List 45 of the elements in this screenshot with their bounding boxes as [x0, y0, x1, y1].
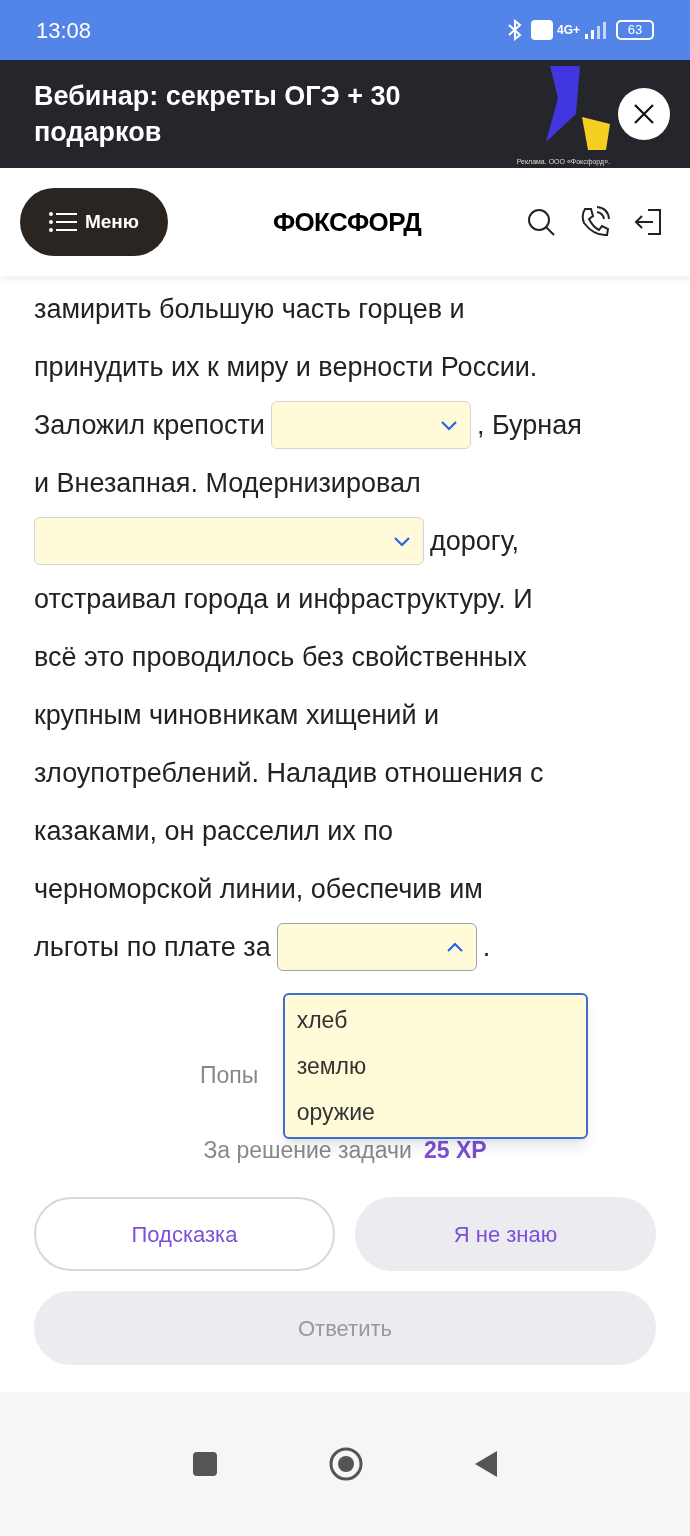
task-text: дорогу,	[430, 524, 519, 558]
close-button[interactable]	[618, 88, 670, 140]
chevron-icon	[445, 941, 464, 953]
menu-button[interactable]: Меню	[20, 188, 168, 256]
chevron-icon	[393, 535, 411, 547]
task-text: злоупотреблений. Наладив отношения с	[34, 756, 544, 790]
dropdown-field[interactable]	[276, 923, 477, 971]
search-icon[interactable]	[526, 207, 556, 237]
dropdown-field[interactable]	[34, 517, 424, 565]
back-icon[interactable]	[474, 1450, 498, 1478]
task-text: казаками, он расселил их по	[34, 814, 393, 848]
logout-icon[interactable]	[634, 208, 662, 236]
close-icon	[633, 103, 655, 125]
attempts-text: Попы	[200, 1061, 259, 1090]
dropdown-option[interactable]: оружие	[284, 1089, 586, 1135]
signal-icon	[584, 20, 608, 40]
task-text: черноморской линии, обеспечив им	[34, 872, 483, 906]
battery-indicator: 63	[616, 20, 654, 40]
status-time: 13:08	[36, 16, 92, 45]
bluetooth-icon	[507, 19, 523, 41]
task-text: крупным чиновникам хищений и	[34, 698, 440, 732]
action-button[interactable]: Я не знаю	[355, 1197, 656, 1271]
network-label: 4G+	[557, 22, 580, 39]
task-text: , Бурная	[476, 408, 582, 442]
task-text: отстраивал города и инфраструктуру. И	[34, 582, 533, 616]
task-text: Заложил крепости	[34, 408, 265, 442]
task-text: и Внезапная. Модернизировал	[34, 466, 421, 500]
task-text: замирить большую часть горцев и	[34, 292, 465, 326]
task-text: .	[482, 930, 491, 964]
square-icon[interactable]	[192, 1451, 218, 1477]
task-text: принудить их к миру и верности России.	[34, 350, 538, 384]
action-button[interactable]: Подсказка	[34, 1197, 335, 1271]
home-icon[interactable]	[328, 1446, 364, 1482]
reward-points: 25 XP	[423, 1135, 487, 1165]
dropdown-field[interactable]	[270, 401, 471, 449]
site-logo[interactable]: ФОКСФОРД	[272, 202, 422, 242]
reward-label: За решение задачи	[203, 1135, 412, 1165]
chevron-icon	[439, 419, 458, 431]
dropdown-option[interactable]: хлеб	[284, 997, 586, 1043]
task-text: льготы по плате за	[34, 930, 271, 964]
phone-icon[interactable]	[580, 206, 610, 238]
menu-icon	[48, 211, 77, 233]
task-text: всё это проводилось без свойственных	[34, 640, 527, 674]
dropdown-option[interactable]: землю	[284, 1043, 586, 1089]
ad-title: Вебинар: секреты ОГЭ + 30 подарков	[34, 80, 402, 149]
